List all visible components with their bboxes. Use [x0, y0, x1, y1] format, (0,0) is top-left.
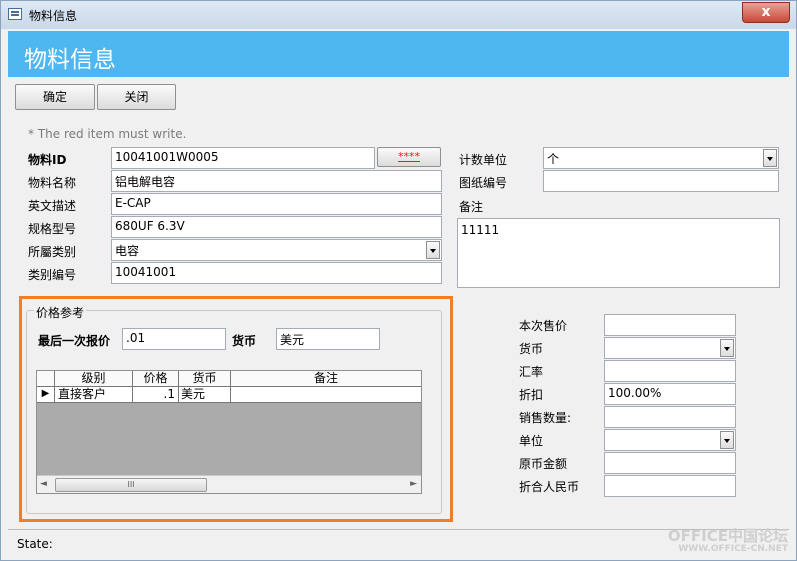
category-select[interactable]: 电容 [111, 239, 442, 261]
grid-col-note[interactable]: 备注 [231, 371, 421, 386]
material-name-label: 物料名称 [28, 176, 77, 190]
watermark: OFFICE中国论坛 WWW.OFFICE-CN.NET [668, 528, 788, 554]
chevron-down-icon[interactable] [720, 339, 734, 357]
chevron-down-icon[interactable] [720, 431, 734, 449]
row-selector-icon[interactable]: ▶ [37, 387, 55, 402]
grid-corner [37, 371, 55, 386]
grid-col-currency[interactable]: 货币 [179, 371, 231, 386]
material-id-lookup-button[interactable]: **** [377, 147, 441, 167]
cell-currency[interactable]: 美元 [179, 387, 231, 402]
cell-price[interactable]: .1 [133, 387, 179, 402]
cell-note[interactable] [231, 387, 421, 402]
sale-currency-select[interactable] [604, 337, 736, 359]
category-code-label: 类别编号 [28, 268, 77, 282]
rmb-amount-label: 折合人民币 [519, 480, 580, 494]
material-name-field[interactable]: 铝电解电容 [111, 170, 442, 192]
this-price-label: 本次售价 [519, 319, 568, 333]
grid-col-price[interactable]: 价格 [133, 371, 179, 386]
sale-unit-label: 单位 [519, 434, 544, 448]
required-hint: * The red item must write. [28, 127, 187, 141]
rate-label: 汇率 [519, 365, 544, 379]
table-row[interactable]: ▶ 直接客户 .1 美元 [37, 387, 421, 403]
unit-label: 计数单位 [459, 153, 508, 167]
drawing-no-label: 图纸编号 [459, 176, 508, 190]
english-desc-label: 英文描述 [28, 199, 77, 213]
close-button[interactable]: 关闭 [97, 84, 176, 110]
this-price-field[interactable] [604, 314, 736, 336]
unit-select[interactable]: 个 [543, 147, 779, 169]
scroll-thumb[interactable]: III [55, 478, 207, 492]
rmb-amount-field[interactable] [604, 475, 736, 497]
price-grid[interactable]: 级别 价格 货币 备注 ▶ 直接客户 .1 美元 ◄ III ► [36, 370, 422, 494]
form-icon [8, 8, 22, 20]
sale-currency-label: 货币 [519, 342, 544, 356]
spec-model-field[interactable]: 680UF 6.3V [111, 216, 442, 238]
grid-header-row: 级别 价格 货币 备注 [37, 371, 421, 387]
last-quote-label: 最后一次报价 [38, 334, 111, 348]
remark-textarea[interactable]: 11111 [457, 218, 780, 288]
grid-col-level[interactable]: 级别 [55, 371, 133, 386]
quantity-field[interactable] [604, 406, 736, 428]
grid-horizontal-scrollbar[interactable]: ◄ III ► [37, 475, 421, 493]
drawing-no-field[interactable] [543, 170, 779, 192]
status-label: State: [17, 537, 53, 551]
window-title: 物料信息 [29, 9, 78, 23]
window-close-button[interactable]: x [742, 2, 790, 23]
category-label: 所屬类别 [28, 245, 77, 259]
orig-amount-field[interactable] [604, 452, 736, 474]
scroll-left-icon[interactable]: ◄ [40, 479, 47, 489]
rate-field[interactable] [604, 360, 736, 382]
watermark-line2: WWW.OFFICE-CN.NET [678, 544, 788, 554]
ok-button[interactable]: 确定 [15, 84, 95, 110]
last-quote-field[interactable]: .01 [122, 328, 226, 350]
quantity-label: 销售数量: [519, 411, 572, 425]
category-code-field[interactable]: 10041001 [111, 262, 442, 284]
material-id-field[interactable]: 10041001W0005 [111, 147, 375, 169]
currency-field[interactable]: 美元 [276, 328, 380, 350]
orig-amount-label: 原币金额 [519, 457, 568, 471]
discount-field[interactable]: 100.00% [604, 383, 736, 405]
chevron-down-icon[interactable] [763, 149, 777, 167]
page-title: 物料信息 [24, 47, 116, 73]
currency-label: 货币 [232, 334, 257, 348]
spec-model-label: 规格型号 [28, 222, 77, 236]
form-header: 物料信息 [8, 31, 789, 77]
sale-unit-select[interactable] [604, 429, 736, 451]
price-ref-title: 价格参考 [34, 304, 87, 321]
material-id-label: 物料ID [28, 153, 67, 167]
discount-label: 折扣 [519, 388, 544, 402]
chevron-down-icon[interactable] [426, 241, 440, 259]
material-info-window: 物料信息 x 物料信息 确定 关闭 * The red item must wr… [0, 0, 797, 561]
category-select-value: 电容 [115, 244, 140, 258]
unit-select-value: 个 [547, 152, 560, 166]
scroll-right-icon[interactable]: ► [410, 479, 417, 489]
cell-level[interactable]: 直接客户 [55, 387, 133, 402]
english-desc-field[interactable]: E-CAP [111, 193, 442, 215]
watermark-line1: OFFICE中国论坛 [667, 527, 788, 545]
remark-label: 备注 [459, 200, 484, 214]
title-bar: 物料信息 x [1, 1, 796, 29]
